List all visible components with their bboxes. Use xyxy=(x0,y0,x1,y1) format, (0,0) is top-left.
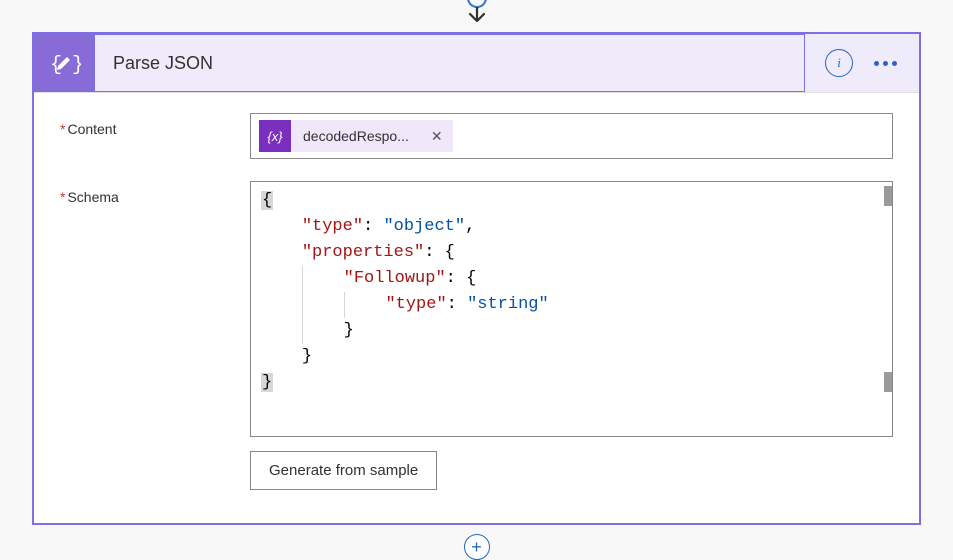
required-star: * xyxy=(60,121,65,137)
scrollbar-thumb[interactable] xyxy=(884,372,892,392)
info-button[interactable]: i xyxy=(825,49,853,77)
connector-bottom: + xyxy=(464,534,490,560)
generate-from-sample-button[interactable]: Generate from sample xyxy=(250,451,437,490)
card-body: *Content {x} decodedRespo... ✕ *Schema xyxy=(34,93,919,523)
fx-icon: {x} xyxy=(259,120,291,152)
content-value: {x} decodedRespo... ✕ xyxy=(250,113,893,159)
expression-token[interactable]: {x} decodedRespo... ✕ xyxy=(259,120,453,152)
ellipsis-icon xyxy=(874,61,897,66)
card-title[interactable]: Parse JSON xyxy=(94,34,805,92)
parse-json-card: { } Parse JSON i *Content {x} decodedRes… xyxy=(32,32,921,525)
arrow-down-icon xyxy=(466,7,488,25)
add-step-button[interactable]: + xyxy=(464,534,490,560)
card-header: { } Parse JSON i xyxy=(34,34,919,93)
header-actions: i xyxy=(805,34,919,92)
schema-value: { "type": "object", "properties": { "Fol… xyxy=(250,181,893,490)
connector-top xyxy=(466,0,488,25)
more-button[interactable] xyxy=(871,49,899,77)
content-label: *Content xyxy=(60,113,240,137)
token-label: decodedRespo... xyxy=(291,128,421,144)
schema-editor[interactable]: { "type": "object", "properties": { "Fol… xyxy=(250,181,893,437)
scrollbar-thumb[interactable] xyxy=(884,186,892,206)
schema-field-row: *Schema { "type": "object", "properties"… xyxy=(60,181,893,490)
schema-label: *Schema xyxy=(60,181,240,205)
svg-text:}: } xyxy=(72,54,81,77)
token-remove-button[interactable]: ✕ xyxy=(421,128,453,145)
required-star: * xyxy=(60,189,65,205)
brace-edit-icon: { } xyxy=(47,46,81,80)
content-input[interactable]: {x} decodedRespo... ✕ xyxy=(250,113,893,159)
content-field-row: *Content {x} decodedRespo... ✕ xyxy=(60,113,893,159)
action-icon: { } xyxy=(34,34,94,92)
